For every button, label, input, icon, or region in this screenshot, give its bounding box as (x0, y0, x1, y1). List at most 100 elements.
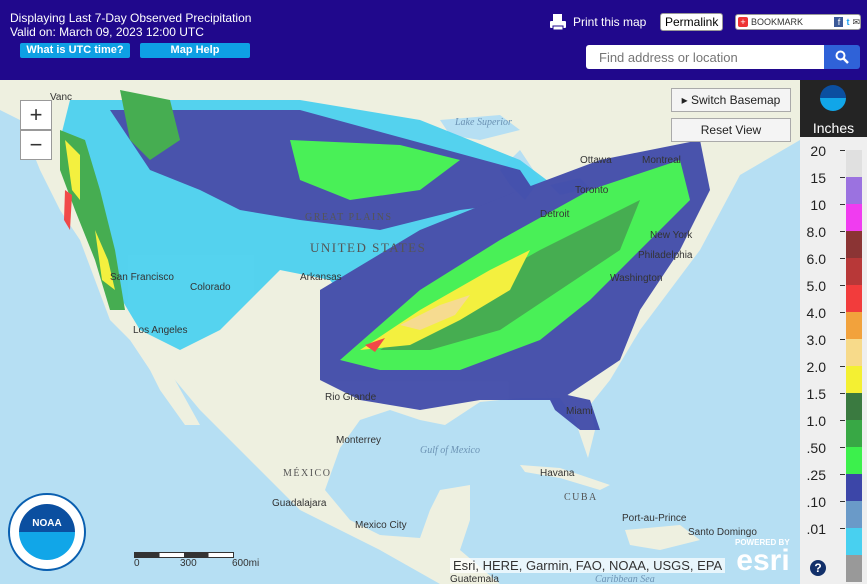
label-rio-grande: Rio Grande (325, 392, 377, 403)
legend-label: 1.0 (806, 413, 826, 429)
noaa-seal-logo: NOAA (8, 493, 86, 571)
legend-tick (840, 393, 845, 394)
legend-tick (840, 204, 845, 205)
scale-bar: 0 300 600mi (134, 552, 274, 570)
label-san-francisco: San Francisco (110, 272, 174, 283)
label-philadelphia: Philadelphia (638, 250, 693, 261)
legend-swatch (846, 447, 862, 474)
precipitation-map[interactable]: Vanc Lake Superior Ottawa Montreal Toron… (0, 80, 800, 584)
utc-time-button[interactable]: What is UTC time? (20, 43, 130, 58)
legend-swatch (846, 258, 862, 285)
label-cuba: CUBA (564, 492, 598, 503)
legend-tick (840, 366, 845, 367)
search-input[interactable] (586, 45, 824, 69)
legend-label: .25 (806, 467, 826, 483)
label-great-plains: GREAT PLAINS (305, 212, 393, 223)
switch-basemap-label: Switch Basemap (690, 93, 781, 107)
legend-tick (840, 339, 845, 340)
precipitation-legend: Inches 20 15 10 8.0 6.0 5.0 4.0 3.0 2.0 1.5 1.0.50… (800, 80, 867, 584)
label-new-york: New York (650, 230, 693, 241)
legend-tick (840, 312, 845, 313)
printer-icon (550, 14, 566, 31)
zoom-out-button[interactable]: − (20, 130, 52, 160)
legend-tick (840, 447, 845, 448)
label-havana: Havana (540, 468, 575, 479)
legend-label: 2.0 (806, 359, 826, 375)
label-mexico: MÉXICO (283, 468, 332, 479)
legend-label: 6.0 (806, 251, 826, 267)
legend-tick (840, 285, 845, 286)
zoom-in-button[interactable]: + (20, 100, 52, 130)
label-arkansas: Arkansas (300, 272, 342, 283)
legend-swatch (846, 366, 862, 393)
legend-swatch (846, 393, 862, 420)
scale-300: 300 (180, 558, 197, 569)
legend-tick (840, 474, 845, 475)
label-vancouver: Vanc (50, 92, 73, 103)
scale-600: 600mi (232, 558, 260, 569)
legend-swatch (846, 501, 862, 528)
search-icon (835, 50, 849, 64)
valid-time: Valid on: March 09, 2023 12:00 UTC (10, 25, 204, 39)
legend-label: .10 (806, 494, 826, 510)
legend-swatch (846, 177, 862, 204)
legend-tick (840, 420, 845, 421)
label-washington: Washington (610, 273, 663, 284)
legend-swatch (846, 231, 862, 258)
label-guadalajara: Guadalajara (272, 498, 327, 509)
legend-tick (840, 150, 845, 151)
legend-swatch (846, 339, 862, 366)
header: Displaying Last 7-Day Observed Precipita… (0, 0, 867, 80)
scale-0: 0 (134, 558, 140, 569)
label-monterrey: Monterrey (336, 435, 382, 446)
label-gulf-of-mexico: Gulf of Mexico (420, 445, 480, 456)
print-label: Print this map (573, 15, 647, 29)
print-map-button[interactable]: Print this map (549, 13, 646, 31)
legend-label: 10 (810, 197, 826, 213)
bookmark-button[interactable]: + BOOKMARK f t ✉ (735, 14, 861, 30)
twitter-icon: t (846, 17, 850, 27)
legend-label: 8.0 (806, 224, 826, 240)
legend-label: 3.0 (806, 332, 826, 348)
legend-tick (840, 231, 845, 232)
legend-tick (840, 528, 845, 529)
label-los-angeles: Los Angeles (133, 325, 188, 336)
esri-logo: POWERED BY esri (735, 538, 790, 577)
legend-swatch (846, 285, 862, 312)
legend-label: 1.5 (806, 386, 826, 402)
switch-basemap-button[interactable]: ▸ Switch Basemap (671, 88, 791, 112)
legend-help-button[interactable]: ? (810, 560, 826, 576)
esri-text: esri (736, 544, 790, 577)
legend-swatch (846, 204, 862, 231)
permalink-button[interactable]: Permalink (660, 13, 724, 31)
bookmark-label: BOOKMARK (751, 17, 804, 27)
label-detroit: Detroit (540, 209, 570, 220)
legend-tick (840, 177, 845, 178)
label-lake-superior: Lake Superior (455, 117, 512, 128)
label-ottawa: Ottawa (580, 155, 612, 166)
email-icon: ✉ (852, 16, 860, 27)
legend-tick (840, 258, 845, 259)
label-caribbean-sea: Caribbean Sea (595, 574, 655, 584)
noaa-seal-text: NOAA (19, 504, 75, 560)
label-montreal: Montreal (642, 155, 681, 166)
legend-label: 5.0 (806, 278, 826, 294)
label-miami: Miami (566, 406, 593, 417)
legend-label: 15 (810, 170, 826, 186)
map-attribution: Esri, HERE, Garmin, FAO, NOAA, USGS, EPA (450, 558, 726, 573)
legend-label: 4.0 (806, 305, 826, 321)
map-help-button[interactable]: Map Help (140, 43, 250, 58)
label-mexico-city: Mexico City (355, 520, 407, 531)
legend-swatch (846, 420, 862, 447)
legend-swatch (846, 150, 862, 177)
legend-swatch (846, 528, 862, 555)
reset-view-button[interactable]: Reset View (671, 118, 791, 142)
label-port-au-prince: Port-au-Prince (622, 513, 687, 524)
legend-swatch (846, 312, 862, 339)
search-button[interactable] (824, 45, 860, 69)
legend-label: .50 (806, 440, 826, 456)
bookmark-plus-icon: + (738, 17, 748, 27)
legend-item: .01 (800, 521, 867, 555)
label-santo-domingo: Santo Domingo (688, 527, 757, 538)
label-toronto: Toronto (575, 185, 609, 196)
